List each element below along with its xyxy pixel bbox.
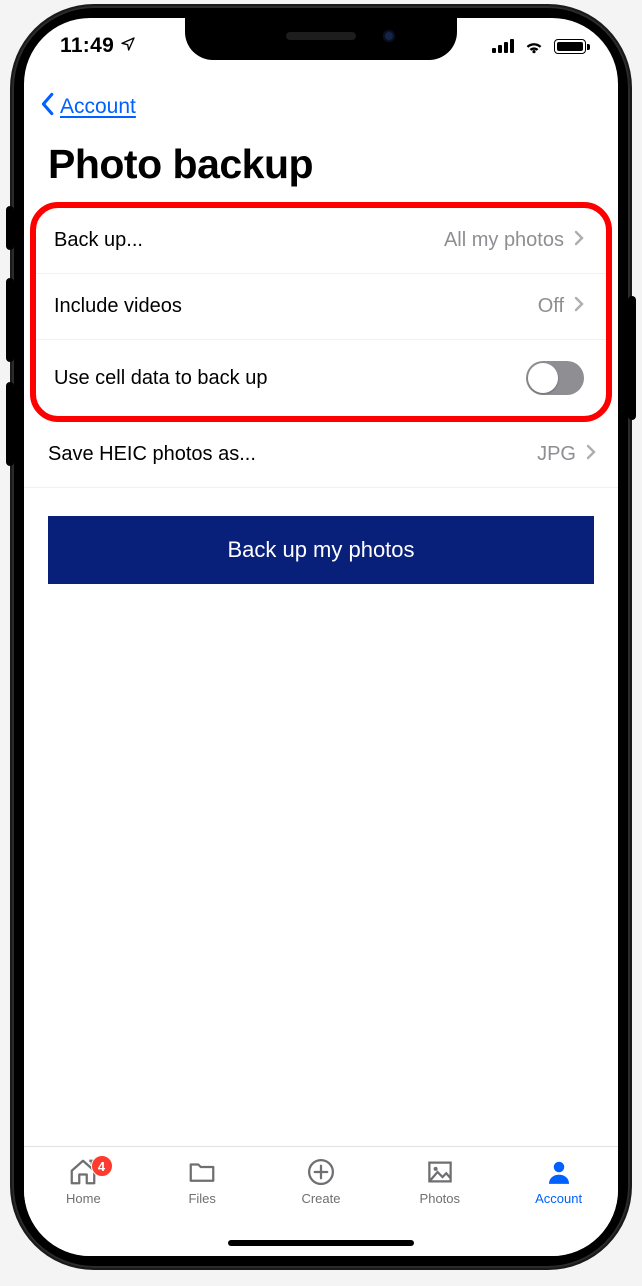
notch xyxy=(185,18,457,60)
device-frame: 11:49 Account Photo backup xyxy=(12,6,630,1268)
tab-account[interactable]: Account xyxy=(499,1157,618,1222)
tab-create[interactable]: Create xyxy=(262,1157,381,1222)
row-value: JPG xyxy=(537,443,576,466)
status-time: 11:49 xyxy=(60,34,114,58)
settings-list: Back up... All my photos Include videos … xyxy=(24,202,618,488)
back-link-label: Account xyxy=(60,95,136,119)
status-left: 11:49 xyxy=(60,34,136,58)
tab-photos[interactable]: Photos xyxy=(380,1157,499,1222)
row-cell-data: Use cell data to back up xyxy=(36,340,606,416)
signal-icon xyxy=(492,39,514,53)
tab-label: Account xyxy=(535,1191,582,1206)
battery-icon xyxy=(554,39,586,54)
person-icon xyxy=(544,1157,574,1187)
image-icon xyxy=(425,1157,455,1187)
back-nav[interactable]: Account xyxy=(24,74,618,121)
backup-now-button[interactable]: Back up my photos xyxy=(48,516,594,584)
tab-label: Create xyxy=(301,1191,340,1206)
location-arrow-icon xyxy=(120,34,136,58)
tab-label: Home xyxy=(66,1191,101,1206)
page-title: Photo backup xyxy=(24,121,618,198)
cell-data-toggle[interactable] xyxy=(526,361,584,395)
row-label: Save HEIC photos as... xyxy=(48,443,256,466)
row-value: Off xyxy=(538,295,564,318)
chevron-right-icon xyxy=(574,229,584,252)
row-label: Include videos xyxy=(54,295,182,318)
home-indicator[interactable] xyxy=(228,1240,414,1246)
screen: 11:49 Account Photo backup xyxy=(24,18,618,1256)
row-backup[interactable]: Back up... All my photos xyxy=(36,208,606,274)
row-label: Use cell data to back up xyxy=(54,367,267,390)
status-right xyxy=(492,38,586,54)
row-include-videos[interactable]: Include videos Off xyxy=(36,274,606,340)
folder-icon xyxy=(187,1157,217,1187)
tab-badge: 4 xyxy=(91,1155,113,1177)
tab-home[interactable]: 4 Home xyxy=(24,1157,143,1222)
chevron-right-icon xyxy=(574,295,584,318)
row-value: All my photos xyxy=(444,229,564,252)
row-heic[interactable]: Save HEIC photos as... JPG xyxy=(24,422,618,488)
chevron-left-icon xyxy=(38,92,56,121)
tab-label: Files xyxy=(188,1191,215,1206)
tab-files[interactable]: Files xyxy=(143,1157,262,1222)
tab-label: Photos xyxy=(420,1191,460,1206)
chevron-right-icon xyxy=(586,443,596,466)
plus-circle-icon xyxy=(306,1157,336,1187)
wifi-icon xyxy=(523,38,545,54)
highlighted-settings-group: Back up... All my photos Include videos … xyxy=(30,202,612,422)
row-label: Back up... xyxy=(54,229,143,252)
